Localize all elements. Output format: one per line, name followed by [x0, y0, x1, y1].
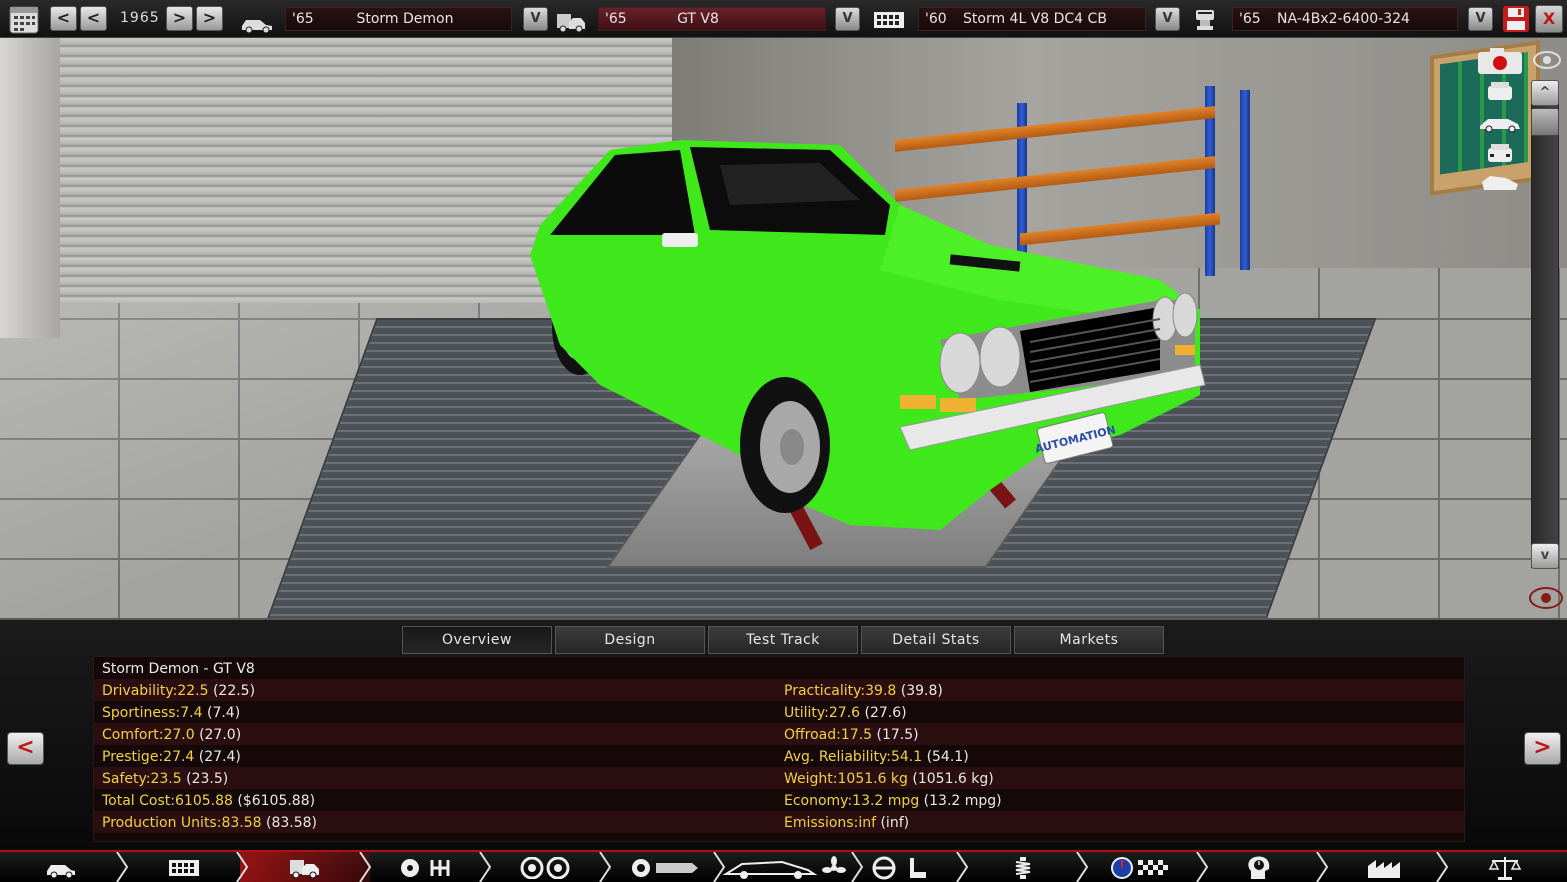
chassis-icon[interactable] — [630, 857, 700, 879]
camera-record-icon[interactable] — [1476, 46, 1524, 76]
engine-family-name: Storm 4L V8 DC4 CB — [963, 11, 1107, 27]
close-button[interactable]: X — [1535, 5, 1563, 33]
tab-overview[interactable]: Overview — [402, 626, 552, 654]
top-bar: < < 1965 > > '65 Storm Demon V '65 GT V8 V… — [0, 0, 1567, 38]
car-model-3d: AUTOMATION — [530, 140, 1206, 530]
chevron-right-icon — [713, 852, 726, 882]
model-dropdown-button[interactable]: V — [523, 7, 548, 31]
stat-row — [94, 723, 1464, 745]
stat-safety: Safety:23.5 (23.5) — [102, 771, 229, 787]
chevron-right-icon — [236, 852, 249, 882]
interior-seat-icon[interactable] — [870, 856, 934, 880]
chevron-right-icon — [1316, 852, 1329, 882]
chevron-right-icon — [1436, 852, 1449, 882]
overview-stats: Storm Demon - GT V8 Drivability:22.5 (22… — [93, 656, 1465, 842]
engine-variant-name: NA-4Bx2-6400-324 — [1277, 11, 1410, 27]
chevron-right-icon — [1076, 852, 1089, 882]
scroll-down-button[interactable]: v — [1531, 543, 1559, 569]
chevron-right-icon — [851, 852, 864, 882]
car-model-icon — [242, 20, 272, 34]
chevron-right-icon — [479, 852, 492, 882]
app-root: < < 1965 > > '65 Storm Demon V '65 GT V8 V… — [0, 0, 1567, 882]
stat-comfort: Comfort:27.0 (27.0) — [102, 727, 242, 743]
year-next-next-button[interactable]: > — [196, 6, 223, 31]
stat-row — [94, 745, 1464, 767]
piston-icon — [1196, 10, 1214, 30]
prev-car-button[interactable]: < — [7, 732, 44, 765]
stat-total-cost: Total Cost:6105.88 ($6105.88) — [102, 793, 316, 809]
view-scrollbar[interactable] — [1531, 88, 1559, 568]
aero-fan-icon[interactable] — [722, 856, 850, 880]
car-3d-viewport[interactable]: AUTOMATION ^ v — [0, 38, 1567, 618]
model-name: Storm Demon — [356, 11, 454, 27]
engine-family-year: '60 — [925, 11, 947, 27]
test-gauge-icon[interactable] — [1110, 856, 1172, 880]
chevron-right-icon — [956, 852, 969, 882]
tab-design[interactable]: Design — [555, 626, 705, 654]
trim-dropdown-button[interactable]: V — [835, 7, 860, 31]
view-front-icon[interactable] — [1476, 78, 1524, 104]
save-icon[interactable] — [1502, 5, 1530, 33]
car-title: Storm Demon - GT V8 — [102, 661, 255, 677]
trim-car-icon — [557, 14, 585, 33]
chevron-right-icon — [599, 852, 612, 882]
engine-variant-field[interactable]: '65 NA-4Bx2-6400-324 — [1232, 7, 1458, 31]
gearbox-icon[interactable] — [398, 857, 458, 879]
next-car-button[interactable]: > — [1524, 732, 1561, 765]
chevron-right-icon — [116, 852, 129, 882]
chevron-right-icon — [359, 852, 372, 882]
engine-family-dropdown-button[interactable]: V — [1155, 7, 1180, 31]
info-panel: Overview Design Test Track Detail Stats … — [0, 618, 1567, 850]
view-angle-icon[interactable] — [1476, 170, 1524, 196]
stat-prestige: Prestige:27.4 (27.4) — [102, 749, 241, 765]
calendar-icon[interactable] — [8, 4, 40, 34]
stat-sportiness: Sportiness:7.4 (7.4) — [102, 705, 241, 721]
trim-car-icon[interactable] — [288, 857, 322, 879]
stat-row — [94, 767, 1464, 789]
trim-field[interactable]: '65 GT V8 — [598, 7, 826, 31]
stat-reliability: Avg. Reliability:54.1 (54.1) — [784, 749, 969, 765]
stat-economy: Economy:13.2 mpg (13.2 mpg) — [784, 793, 1002, 809]
stat-practicality: Practicality:39.8 (39.8) — [784, 683, 943, 699]
stat-drivability: Drivability:22.5 (22.5) — [102, 683, 256, 699]
year-prev-prev-button[interactable]: < — [50, 6, 77, 31]
stat-row — [94, 701, 1464, 723]
eye-icon[interactable] — [1532, 50, 1562, 70]
engine-block-icon[interactable] — [168, 859, 200, 877]
car-model-icon[interactable] — [45, 857, 77, 879]
target-view-icon[interactable] — [1526, 583, 1566, 613]
stat-offroad: Offroad:17.5 (17.5) — [784, 727, 919, 743]
wheels-icon[interactable] — [518, 857, 574, 879]
view-rear-icon[interactable] — [1476, 140, 1524, 166]
designer-stage-bar — [0, 850, 1567, 882]
trim-name: GT V8 — [677, 11, 719, 27]
year-display: 1965 — [120, 10, 160, 26]
factory-icon[interactable] — [1366, 856, 1402, 880]
model-field[interactable]: '65 Storm Demon — [285, 7, 512, 31]
stat-row — [94, 679, 1464, 701]
model-year: '65 — [292, 11, 314, 27]
stat-production-units: Production Units:83.58 (83.58) — [102, 815, 318, 831]
engineering-time-icon[interactable] — [1245, 855, 1275, 881]
view-side-icon[interactable] — [1476, 110, 1524, 136]
stat-weight: Weight:1051.6 kg (1051.6 kg) — [784, 771, 994, 787]
trim-year: '65 — [605, 11, 627, 27]
tab-test-track[interactable]: Test Track — [708, 626, 858, 654]
balance-scale-icon[interactable] — [1488, 855, 1522, 881]
engine-block-icon — [874, 12, 904, 28]
shutter-frame — [0, 38, 60, 338]
tab-detail-stats[interactable]: Detail Stats — [861, 626, 1011, 654]
year-next-button[interactable]: > — [166, 6, 193, 31]
engine-family-field[interactable]: '60 Storm 4L V8 DC4 CB — [918, 7, 1146, 31]
suspension-icon[interactable] — [1006, 856, 1040, 880]
chevron-right-icon — [1196, 852, 1209, 882]
scroll-thumb[interactable] — [1531, 108, 1559, 136]
tab-markets[interactable]: Markets — [1014, 626, 1164, 654]
scroll-up-button[interactable]: ^ — [1531, 80, 1559, 106]
engine-variant-year: '65 — [1239, 11, 1261, 27]
stat-utility: Utility:27.6 (27.6) — [784, 705, 907, 721]
engine-variant-dropdown-button[interactable]: V — [1468, 7, 1493, 31]
stat-emissions: Emissions:inf (inf) — [784, 815, 910, 831]
year-prev-button[interactable]: < — [80, 6, 107, 31]
